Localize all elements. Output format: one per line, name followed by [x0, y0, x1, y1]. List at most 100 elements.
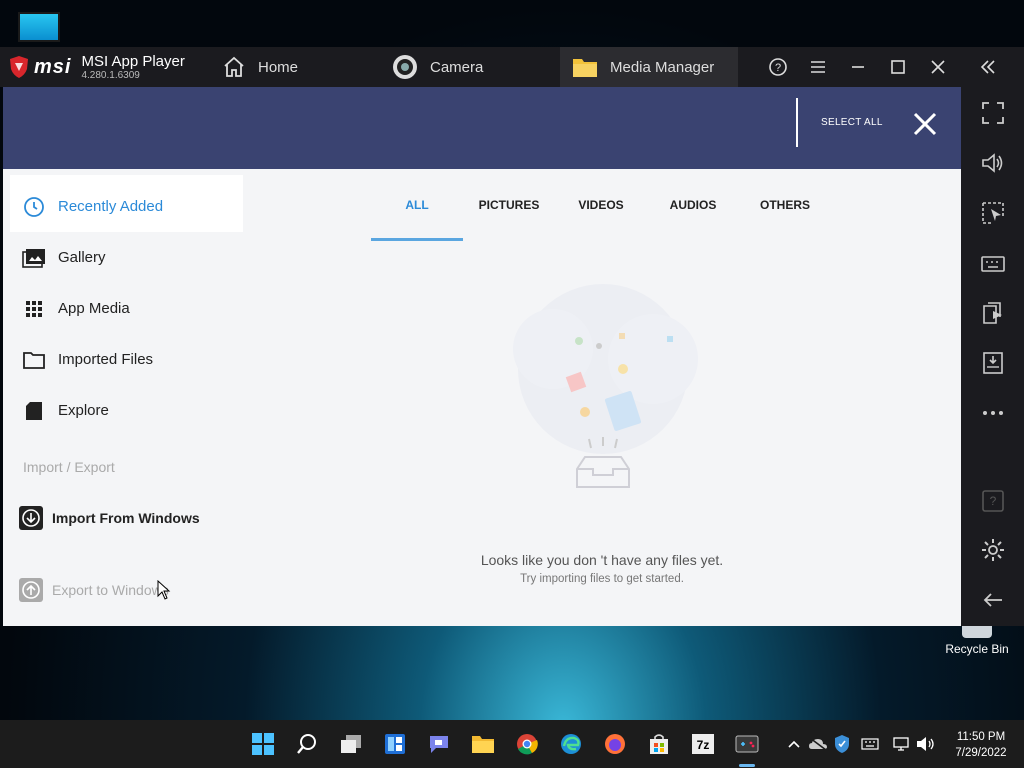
onedrive-tray[interactable]	[808, 734, 828, 754]
speaker-icon	[982, 153, 1003, 173]
app-header: SELECT ALL	[3, 87, 961, 169]
keyboard-button[interactable]	[979, 249, 1007, 277]
input-method-tray[interactable]	[860, 734, 880, 754]
system-clock[interactable]: 11:50 PM 7/29/2022	[946, 729, 1016, 761]
svg-text:?: ?	[775, 62, 781, 74]
sidebar-item-gallery[interactable]: Gallery	[10, 232, 243, 283]
filter-tabs: ALL PICTURES VIDEOS AUDIOS OTHERS	[371, 169, 831, 241]
import-from-windows-label: Import From Windows	[52, 509, 200, 526]
minimize-button[interactable]	[838, 47, 878, 87]
sidebar-item-recently-added[interactable]: Recently Added	[10, 181, 243, 232]
clock-time: 11:50 PM	[956, 731, 1006, 743]
teams-chat-button[interactable]	[425, 730, 453, 758]
tab-others[interactable]: OTHERS	[739, 169, 831, 241]
back-button[interactable]	[979, 586, 1007, 614]
help-icon: ?	[769, 58, 787, 76]
help-box-icon: ?	[982, 490, 1004, 512]
copy-media-icon	[983, 302, 1002, 324]
folder-outline-icon	[10, 351, 58, 369]
gallery-icon	[10, 248, 58, 268]
more-options-button[interactable]	[979, 399, 1007, 427]
tab-media-manager[interactable]: Media Manager	[560, 47, 738, 87]
firefox-icon	[605, 734, 625, 754]
sidebar: Recently Added Gallery App Media Importe…	[3, 169, 243, 626]
keyboard-icon	[981, 256, 1005, 272]
more-horizontal-icon	[983, 411, 1003, 415]
close-window-button[interactable]	[918, 47, 958, 87]
security-tray[interactable]	[832, 734, 852, 754]
empty-state-title: Looks like you don 't have any files yet…	[480, 552, 724, 568]
export-to-windows-label: Export to Windows	[52, 581, 169, 598]
close-icon	[913, 112, 937, 136]
media-manager-window: SELECT ALL Recently Added Gallery App Me…	[3, 87, 961, 626]
sidebar-item-imported-files[interactable]: Imported Files	[10, 334, 243, 385]
edge-icon	[561, 734, 581, 754]
seven-zip-button[interactable]: 7z	[689, 730, 717, 758]
help-button[interactable]: ?	[758, 47, 798, 87]
widgets-button[interactable]	[381, 730, 409, 758]
chat-icon	[430, 736, 448, 753]
minimize-icon	[852, 66, 864, 68]
maximize-button[interactable]	[878, 47, 918, 87]
search-icon	[297, 734, 316, 754]
tab-videos[interactable]: VIDEOS	[555, 169, 647, 241]
fullscreen-button[interactable]	[979, 99, 1007, 127]
camera-icon	[392, 54, 418, 80]
home-icon	[222, 56, 246, 78]
msi-shield-icon	[10, 56, 28, 78]
sidebar-item-label: Imported Files	[58, 351, 154, 368]
svg-text:7z: 7z	[697, 738, 710, 752]
msi-app-player-taskbar-button[interactable]	[733, 730, 761, 758]
keyboard-icon	[861, 738, 879, 750]
empty-state-subtitle: Try importing files to get started.	[520, 573, 684, 585]
screen-select-button[interactable]	[979, 199, 1007, 227]
file-explorer-button[interactable]	[469, 730, 497, 758]
help-toolbar-button[interactable]: ?	[979, 487, 1007, 515]
tab-camera[interactable]: Camera	[380, 47, 560, 87]
tab-media-manager-label: Media Manager	[610, 58, 715, 76]
search-button[interactable]	[293, 730, 321, 758]
sd-card-icon	[10, 401, 58, 421]
select-all-button[interactable]: SELECT ALL	[821, 117, 883, 128]
hamburger-icon	[811, 61, 825, 73]
recycle-bin[interactable]: Recycle Bin	[940, 626, 1014, 656]
network-tray[interactable]	[892, 734, 912, 754]
task-view-icon	[341, 735, 361, 753]
media-import-button[interactable]	[979, 299, 1007, 327]
folder-icon	[472, 736, 494, 753]
firefox-button[interactable]	[601, 730, 629, 758]
brand: msi MSI App Player 4.280.1.6309	[0, 53, 210, 81]
volume-button[interactable]	[979, 149, 1007, 177]
import-icon	[10, 505, 52, 531]
menu-button[interactable]	[798, 47, 838, 87]
speaker-icon	[917, 737, 934, 751]
tab-all[interactable]: ALL	[371, 169, 463, 241]
taskbar: 7z 11:50 PM 7/29/2022	[0, 720, 1024, 768]
store-button[interactable]	[645, 730, 673, 758]
right-toolbar: ?	[961, 87, 1024, 626]
arrow-left-icon	[983, 593, 1002, 607]
desktop-monitor-icon[interactable]	[18, 12, 60, 42]
install-apk-button[interactable]	[979, 349, 1007, 377]
show-hidden-icons-button[interactable]	[784, 734, 804, 754]
volume-tray[interactable]	[916, 734, 936, 754]
tab-camera-label: Camera	[430, 58, 484, 76]
settings-button[interactable]	[979, 536, 1007, 564]
edge-button[interactable]	[557, 730, 585, 758]
tab-home-label: Home	[258, 58, 299, 76]
sidebar-item-explore[interactable]: Explore	[10, 385, 243, 436]
mouse-cursor-icon	[157, 580, 171, 600]
chevron-up-icon	[788, 740, 800, 748]
close-selection-button[interactable]	[911, 110, 939, 143]
tab-pictures[interactable]: PICTURES	[463, 169, 555, 241]
import-from-windows-button[interactable]: Import From Windows	[10, 492, 243, 543]
tab-audios[interactable]: AUDIOS	[647, 169, 739, 241]
tab-home[interactable]: Home	[210, 47, 380, 87]
sidebar-item-app-media[interactable]: App Media	[10, 283, 243, 334]
chrome-button[interactable]	[513, 730, 541, 758]
sidebar-item-label: Recently Added	[58, 198, 164, 215]
start-button[interactable]	[249, 730, 277, 758]
export-to-windows-button[interactable]: Export to Windows	[10, 564, 243, 615]
collapse-sidebar-button[interactable]	[968, 47, 1008, 87]
task-view-button[interactable]	[337, 730, 365, 758]
